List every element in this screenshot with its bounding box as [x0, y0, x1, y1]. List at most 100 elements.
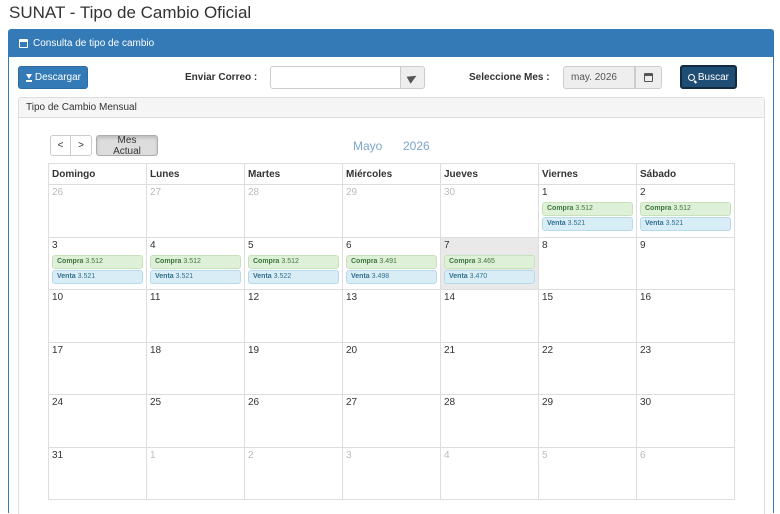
search-button[interactable]: Buscar: [680, 65, 737, 89]
calendar-day-cell[interactable]: 5 Compra 3.512 Venta 3.522: [245, 237, 343, 290]
calendar-day-cell[interactable]: 1: [147, 447, 245, 500]
venta-rate-event[interactable]: Venta 3.521: [150, 269, 241, 284]
day-number: 5: [248, 239, 254, 251]
calendar-day-cell[interactable]: 10: [49, 290, 147, 343]
venta-label: Venta: [547, 220, 566, 227]
calendar-header-row: Domingo Lunes Martes Miércoles Jueves Viernes…: [49, 164, 735, 185]
current-month-button[interactable]: Mes Actual: [96, 135, 158, 157]
panel-heading: Consulta de tipo de cambio: [9, 30, 773, 57]
search-icon: [688, 73, 695, 81]
calendar-day-cell[interactable]: 6 Compra 3.491 Venta 3.498: [343, 237, 441, 290]
calendar-day-cell[interactable]: 5: [539, 447, 637, 500]
next-month-button[interactable]: >: [71, 135, 92, 156]
calendar-day-cell[interactable]: 4: [441, 447, 539, 500]
calendar-day-cell[interactable]: 2 Compra 3.512 Venta 3.521: [637, 185, 735, 238]
calendar-day-cell[interactable]: 30: [637, 395, 735, 448]
venta-rate-event[interactable]: Venta 3.522: [248, 269, 339, 284]
calendar-week-row: 10 11 12 13 14 15 16: [49, 290, 735, 343]
compra-rate-event[interactable]: Compra 3.512: [248, 254, 339, 269]
calendar-grid: Domingo Lunes Martes Miércoles Jueves Viernes…: [48, 163, 735, 500]
email-field[interactable]: [270, 66, 401, 89]
day-number: 26: [248, 397, 260, 408]
calendar-day-cell-today[interactable]: 7 Compra 3.465 Venta 3.470: [441, 237, 539, 290]
month-field[interactable]: [563, 66, 635, 89]
prev-month-button[interactable]: <: [50, 135, 71, 156]
venta-rate-event[interactable]: Venta 3.521: [542, 217, 633, 231]
day-number: 28: [248, 187, 260, 198]
calendar-month-title: Mayo: [353, 139, 383, 153]
venta-rate-event[interactable]: Venta 3.521: [52, 269, 143, 284]
day-number: 2: [640, 187, 646, 198]
day-number: 1: [150, 449, 156, 461]
month-picker-button[interactable]: [635, 66, 662, 89]
calendar-day-cell[interactable]: 26: [245, 395, 343, 448]
calendar-day-cell[interactable]: 9: [637, 237, 735, 290]
download-icon: [25, 73, 32, 82]
calendar-day-cell[interactable]: 4 Compra 3.512 Venta 3.521: [147, 237, 245, 290]
weekday-header: Miércoles: [343, 164, 441, 185]
calendar-day-cell[interactable]: 15: [539, 290, 637, 343]
calendar-day-cell[interactable]: 18: [147, 342, 245, 395]
calendar-day-cell[interactable]: 2: [245, 447, 343, 500]
calendar-day-cell[interactable]: 22: [539, 342, 637, 395]
send-email-button[interactable]: [400, 66, 425, 89]
venta-rate-event[interactable]: Venta 3.498: [346, 269, 437, 284]
day-number: 5: [542, 449, 548, 461]
page-title: SUNAT - Tipo de Cambio Oficial: [9, 3, 252, 22]
calendar-day-cell[interactable]: 3: [343, 447, 441, 500]
calendar-day-cell[interactable]: 21: [441, 342, 539, 395]
compra-value: 3.512: [673, 205, 691, 212]
compra-rate-event[interactable]: Compra 3.465: [444, 254, 535, 269]
calendar-day-cell[interactable]: 28: [245, 185, 343, 238]
calendar-day-cell[interactable]: 31: [49, 447, 147, 500]
calendar-day-cell[interactable]: 26: [49, 185, 147, 238]
compra-value: 3.512: [575, 205, 593, 212]
calendar-day-cell[interactable]: 12: [245, 290, 343, 343]
calendar-day-cell[interactable]: 25: [147, 395, 245, 448]
compra-value: 3.512: [183, 257, 201, 265]
calendar-day-cell[interactable]: 14: [441, 290, 539, 343]
day-number: 19: [248, 344, 260, 356]
calendar-day-cell[interactable]: 16: [637, 290, 735, 343]
day-number: 30: [444, 187, 456, 198]
day-number: 3: [346, 449, 352, 461]
calendar-week-row: 17 18 19 20 21 22 23: [49, 342, 735, 395]
compra-rate-event[interactable]: Compra 3.512: [542, 202, 633, 216]
calendar-day-cell[interactable]: 20: [343, 342, 441, 395]
venta-label: Venta: [57, 272, 76, 280]
calendar-day-cell[interactable]: 19: [245, 342, 343, 395]
venta-rate-event[interactable]: Venta 3.470: [444, 269, 535, 284]
day-number: 16: [640, 292, 652, 303]
day-number: 30: [640, 397, 652, 408]
compra-rate-event[interactable]: Compra 3.491: [346, 254, 437, 269]
calendar-day-cell[interactable]: 17: [49, 342, 147, 395]
calendar-day-cell[interactable]: 3 Compra 3.512 Venta 3.521: [49, 237, 147, 290]
calendar-day-cell[interactable]: 1 Compra 3.512 Venta 3.521: [539, 185, 637, 238]
calendar-day-cell[interactable]: 29: [539, 395, 637, 448]
calendar-day-cell[interactable]: 13: [343, 290, 441, 343]
compra-rate-event[interactable]: Compra 3.512: [52, 254, 143, 269]
calendar-day-cell[interactable]: 23: [637, 342, 735, 395]
paper-plane-icon: [406, 71, 419, 84]
day-number: 6: [346, 239, 352, 251]
compra-value: 3.512: [281, 257, 299, 265]
calendar-day-cell[interactable]: 6: [637, 447, 735, 500]
calendar-day-cell[interactable]: 24: [49, 395, 147, 448]
venta-value: 3.498: [371, 272, 390, 280]
calendar-day-cell[interactable]: 27: [343, 395, 441, 448]
day-number: 14: [444, 292, 456, 303]
calendar-day-cell[interactable]: 27: [147, 185, 245, 238]
calendar-day-cell[interactable]: 11: [147, 290, 245, 343]
compra-rate-event[interactable]: Compra 3.512: [640, 202, 731, 216]
calendar-day-cell[interactable]: 28: [441, 395, 539, 448]
venta-rate-event[interactable]: Venta 3.521: [640, 217, 731, 231]
compra-rate-event[interactable]: Compra 3.512: [150, 254, 241, 269]
venta-value: 3.470: [469, 272, 488, 280]
day-number: 12: [248, 292, 260, 303]
compra-label: Compra: [645, 205, 672, 212]
download-button[interactable]: Descargar: [18, 66, 88, 89]
calendar-day-cell[interactable]: 29: [343, 185, 441, 238]
calendar-day-cell[interactable]: 8: [539, 237, 637, 290]
calendar-day-cell[interactable]: 30: [441, 185, 539, 238]
day-number: 4: [444, 449, 450, 461]
